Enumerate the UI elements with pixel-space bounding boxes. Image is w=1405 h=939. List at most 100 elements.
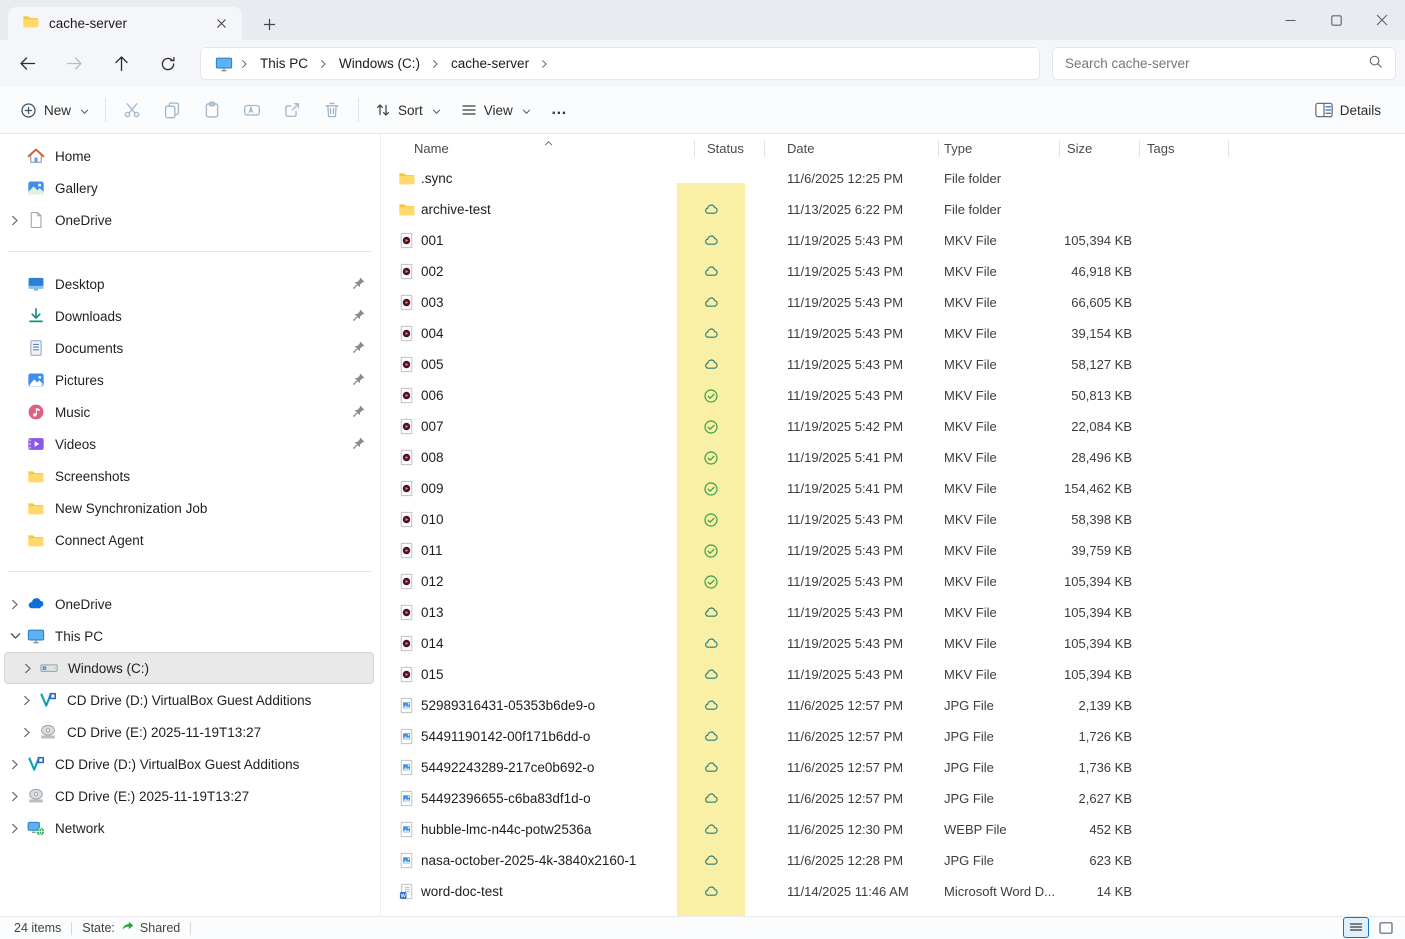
- file-row-nasa-october-2025-4k-3840x2160-1[interactable]: nasa-october-2025-4k-3840x2160-111/6/202…: [381, 845, 1405, 876]
- chevron-right-icon[interactable]: [4, 791, 26, 802]
- chevron-down-icon[interactable]: [4, 632, 26, 640]
- large-icons-view-toggle[interactable]: [1373, 917, 1399, 938]
- file-row-008[interactable]: 00811/19/2025 5:41 PMMKV File28,496 KB: [381, 442, 1405, 473]
- column-header-name[interactable]: Name: [414, 134, 449, 163]
- column-divider[interactable]: [1228, 140, 1229, 157]
- sidebar-item-cd-drive-e-2025-11-19t13-27[interactable]: CD Drive (E:) 2025-11-19T13:27: [4, 780, 374, 812]
- breadcrumb-item-this-pc[interactable]: This PC: [252, 53, 316, 74]
- file-row-007[interactable]: 00711/19/2025 5:42 PMMKV File22,084 KB: [381, 411, 1405, 442]
- sidebar-item-connect-agent[interactable]: Connect Agent: [4, 524, 374, 556]
- breadcrumb-item-cache-server[interactable]: cache-server: [443, 53, 537, 74]
- tab-cache-server[interactable]: cache-server: [8, 7, 242, 40]
- tab-close-icon[interactable]: [210, 13, 232, 35]
- search-input[interactable]: [1065, 56, 1368, 71]
- close-button[interactable]: [1359, 0, 1405, 40]
- sidebar-item-windows-c[interactable]: Windows (C:): [4, 652, 374, 684]
- chevron-right-icon[interactable]: [4, 759, 26, 770]
- sidebar-item-documents[interactable]: Documents: [4, 332, 374, 364]
- column-divider[interactable]: [764, 140, 765, 157]
- sidebar-item-cd-drive-d-virtualbox-guest-additions[interactable]: CD Drive (D:) VirtualBox Guest Additions: [4, 684, 374, 716]
- column-header-type[interactable]: Type: [944, 134, 972, 163]
- sidebar-item-network[interactable]: Network: [4, 812, 374, 844]
- sidebar-item-this-pc[interactable]: This PC: [4, 620, 374, 652]
- file-row-010[interactable]: 01011/19/2025 5:43 PMMKV File58,398 KB: [381, 504, 1405, 535]
- monitor-icon[interactable]: [215, 55, 233, 73]
- file-row-015[interactable]: 01511/19/2025 5:43 PMMKV File105,394 KB: [381, 659, 1405, 690]
- sidebar-item-gallery[interactable]: Gallery: [4, 172, 374, 204]
- new-button[interactable]: New: [10, 93, 99, 127]
- copy-button[interactable]: [152, 93, 192, 127]
- chevron-right-icon[interactable]: [4, 823, 26, 834]
- sidebar-item-screenshots[interactable]: Screenshots: [4, 460, 374, 492]
- file-row-sync[interactable]: .sync11/6/2025 12:25 PMFile folder: [381, 163, 1405, 194]
- chevron-right-icon[interactable]: [16, 727, 38, 738]
- file-row-002[interactable]: 00211/19/2025 5:43 PMMKV File46,918 KB: [381, 256, 1405, 287]
- file-row-005[interactable]: 00511/19/2025 5:43 PMMKV File58,127 KB: [381, 349, 1405, 380]
- details-button[interactable]: Details: [1305, 93, 1391, 127]
- file-row-word-doc-test[interactable]: Wword-doc-test11/14/2025 11:46 AMMicroso…: [381, 876, 1405, 907]
- file-row-52989316431-05353b6de9-o[interactable]: 52989316431-05353b6de9-o11/6/2025 12:57 …: [381, 690, 1405, 721]
- magnifier-icon[interactable]: [1368, 54, 1383, 74]
- maximize-button[interactable]: [1313, 0, 1359, 40]
- sidebar-item-videos[interactable]: Videos: [4, 428, 374, 460]
- more-button[interactable]: …: [541, 93, 577, 127]
- refresh-button[interactable]: [149, 46, 187, 82]
- breadcrumb-item-windows-c[interactable]: Windows (C:): [331, 53, 428, 74]
- rename-button[interactable]: [232, 93, 272, 127]
- sidebar-item-home[interactable]: Home: [4, 140, 374, 172]
- file-row-003[interactable]: 00311/19/2025 5:43 PMMKV File66,605 KB: [381, 287, 1405, 318]
- sidebar-item-music[interactable]: Music: [4, 396, 374, 428]
- cut-button[interactable]: [112, 93, 152, 127]
- minimize-button[interactable]: [1267, 0, 1313, 40]
- file-row-009[interactable]: 00911/19/2025 5:41 PMMKV File154,462 KB: [381, 473, 1405, 504]
- back-button[interactable]: [8, 46, 46, 82]
- column-divider[interactable]: [694, 140, 695, 157]
- breadcrumb-chevron-icon[interactable]: [428, 59, 443, 69]
- file-row-54491190142-00f171b6dd-o[interactable]: 54491190142-00f171b6dd-o11/6/2025 12:57 …: [381, 721, 1405, 752]
- column-divider[interactable]: [938, 140, 939, 157]
- chevron-right-icon[interactable]: [4, 599, 26, 610]
- column-header-size[interactable]: Size: [1067, 134, 1092, 163]
- file-row-013[interactable]: 01311/19/2025 5:43 PMMKV File105,394 KB: [381, 597, 1405, 628]
- new-tab-button[interactable]: [256, 12, 282, 36]
- documents-icon: [26, 339, 45, 358]
- chevron-right-icon[interactable]: [4, 215, 26, 226]
- file-row-014[interactable]: 01411/19/2025 5:43 PMMKV File105,394 KB: [381, 628, 1405, 659]
- delete-button[interactable]: [312, 93, 352, 127]
- up-button[interactable]: [102, 46, 140, 82]
- breadcrumb-chevron-icon[interactable]: [537, 59, 552, 69]
- sidebar-item-desktop[interactable]: Desktop: [4, 268, 374, 300]
- column-divider[interactable]: [1059, 140, 1060, 157]
- breadcrumb-chevron-icon[interactable]: [316, 59, 331, 69]
- view-button[interactable]: View: [451, 93, 541, 127]
- file-row-006[interactable]: 00611/19/2025 5:43 PMMKV File50,813 KB: [381, 380, 1405, 411]
- sidebar-item-cd-drive-e-2025-11-19t13-27[interactable]: CD Drive (E:) 2025-11-19T13:27: [4, 716, 374, 748]
- file-row-archive-test[interactable]: archive-test11/13/2025 6:22 PMFile folde…: [381, 194, 1405, 225]
- sidebar-item-new-synchronization-job[interactable]: New Synchronization Job: [4, 492, 374, 524]
- file-row-54492243289-217ce0b692-o[interactable]: 54492243289-217ce0b692-o11/6/2025 12:57 …: [381, 752, 1405, 783]
- paste-button[interactable]: [192, 93, 232, 127]
- sidebar-item-cd-drive-d-virtualbox-guest-additions[interactable]: CD Drive (D:) VirtualBox Guest Additions: [4, 748, 374, 780]
- sidebar-item-downloads[interactable]: Downloads: [4, 300, 374, 332]
- forward-button[interactable]: [55, 46, 93, 82]
- column-header-status[interactable]: Status: [707, 134, 744, 163]
- file-row-004[interactable]: 00411/19/2025 5:43 PMMKV File39,154 KB: [381, 318, 1405, 349]
- sidebar-item-pictures[interactable]: Pictures: [4, 364, 374, 396]
- file-row-012[interactable]: 01211/19/2025 5:43 PMMKV File105,394 KB: [381, 566, 1405, 597]
- sidebar-item-onedrive[interactable]: OneDrive: [4, 204, 374, 236]
- column-header-date[interactable]: Date: [787, 134, 814, 163]
- mkv-file-icon: [398, 511, 415, 528]
- file-row-54492396655-c6ba83df1d-o[interactable]: 54492396655-c6ba83df1d-o11/6/2025 12:57 …: [381, 783, 1405, 814]
- file-row-001[interactable]: 00111/19/2025 5:43 PMMKV File105,394 KB: [381, 225, 1405, 256]
- file-row-hubble-lmc-n44c-potw2536a[interactable]: hubble-lmc-n44c-potw2536a11/6/2025 12:30…: [381, 814, 1405, 845]
- sidebar-item-onedrive[interactable]: OneDrive: [4, 588, 374, 620]
- sort-button[interactable]: Sort: [365, 93, 451, 127]
- chevron-right-icon[interactable]: [16, 695, 38, 706]
- column-header-tags[interactable]: Tags: [1147, 134, 1174, 163]
- column-divider[interactable]: [1139, 140, 1140, 157]
- chevron-right-icon[interactable]: [17, 663, 39, 674]
- details-view-toggle[interactable]: [1343, 917, 1369, 938]
- file-row-011[interactable]: 01111/19/2025 5:43 PMMKV File39,759 KB: [381, 535, 1405, 566]
- share-button[interactable]: [272, 93, 312, 127]
- breadcrumb-chevron-icon[interactable]: [237, 59, 252, 69]
